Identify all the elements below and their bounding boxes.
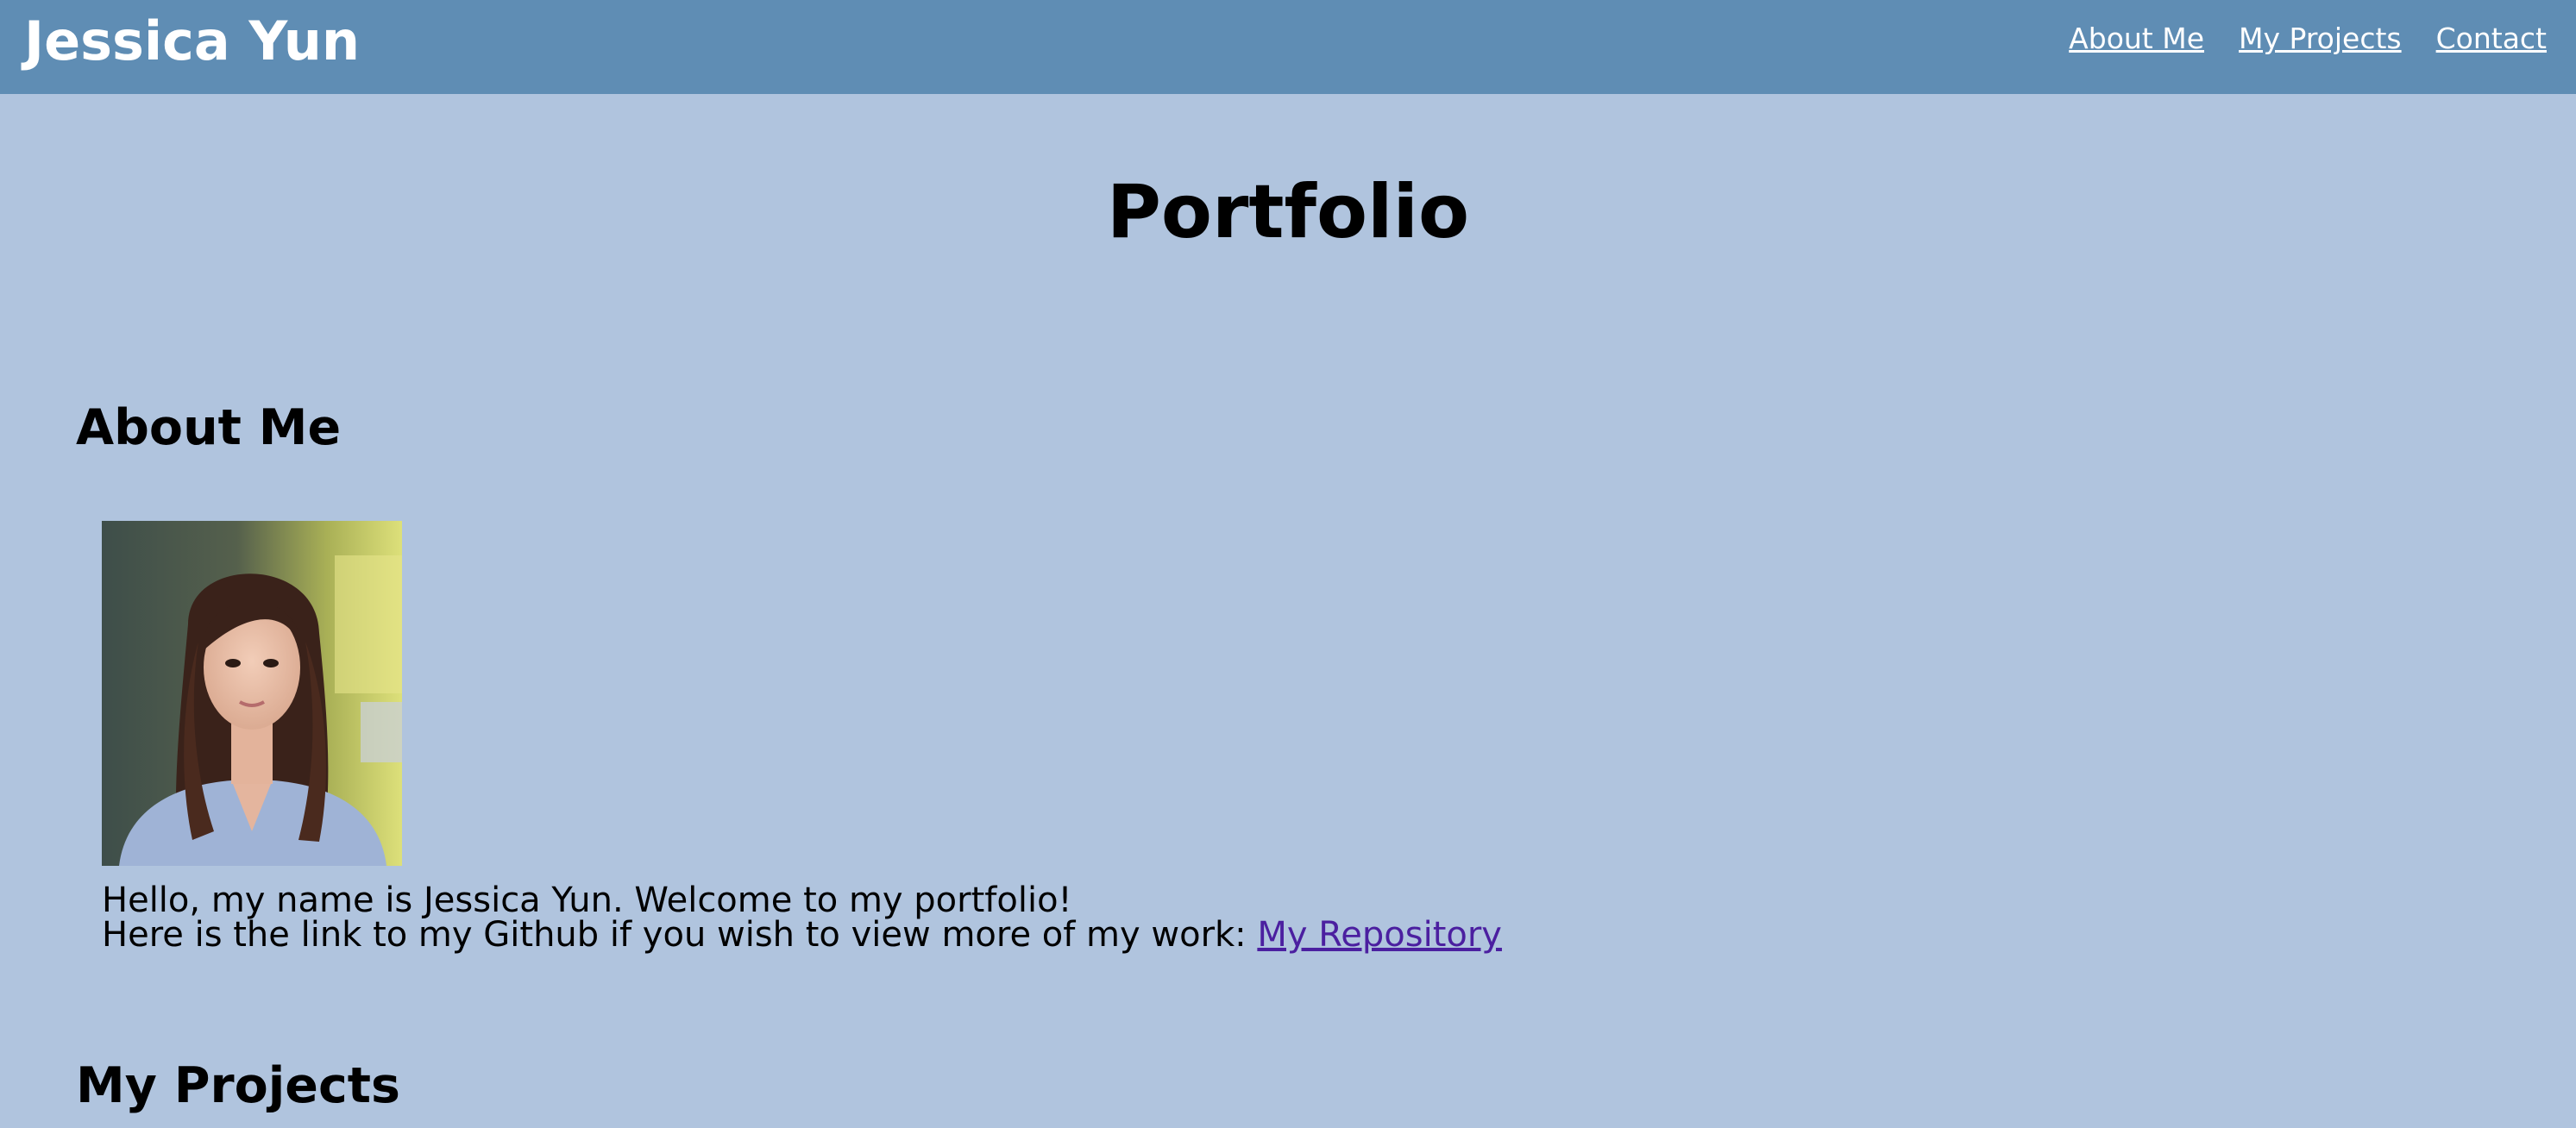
github-text-line: Here is the link to my Github if you wis…	[102, 918, 1502, 952]
about-me-text: Hello, my name is Jessica Yun. Welcome t…	[102, 883, 1502, 952]
github-prompt-text: Here is the link to my Github if you wis…	[102, 915, 1258, 955]
nav-link-about-me[interactable]: About Me	[2069, 19, 2204, 59]
profile-photo	[102, 521, 402, 866]
greeting-text: Hello, my name is Jessica Yun. Welcome t…	[102, 880, 1072, 920]
my-projects-heading: My Projects	[76, 1057, 400, 1114]
main-nav: About Me My Projects Contact	[2069, 19, 2547, 59]
repository-link[interactable]: My Repository	[1257, 915, 1502, 955]
nav-link-contact[interactable]: Contact	[2436, 19, 2547, 59]
nav-link-my-projects[interactable]: My Projects	[2239, 19, 2402, 59]
page-title: Portfolio	[1106, 169, 1470, 255]
about-me-heading: About Me	[76, 399, 342, 456]
site-brand-name: Jessica Yun	[24, 9, 361, 72]
top-navigation-bar: Jessica Yun About Me My Projects Contact	[0, 0, 2576, 94]
